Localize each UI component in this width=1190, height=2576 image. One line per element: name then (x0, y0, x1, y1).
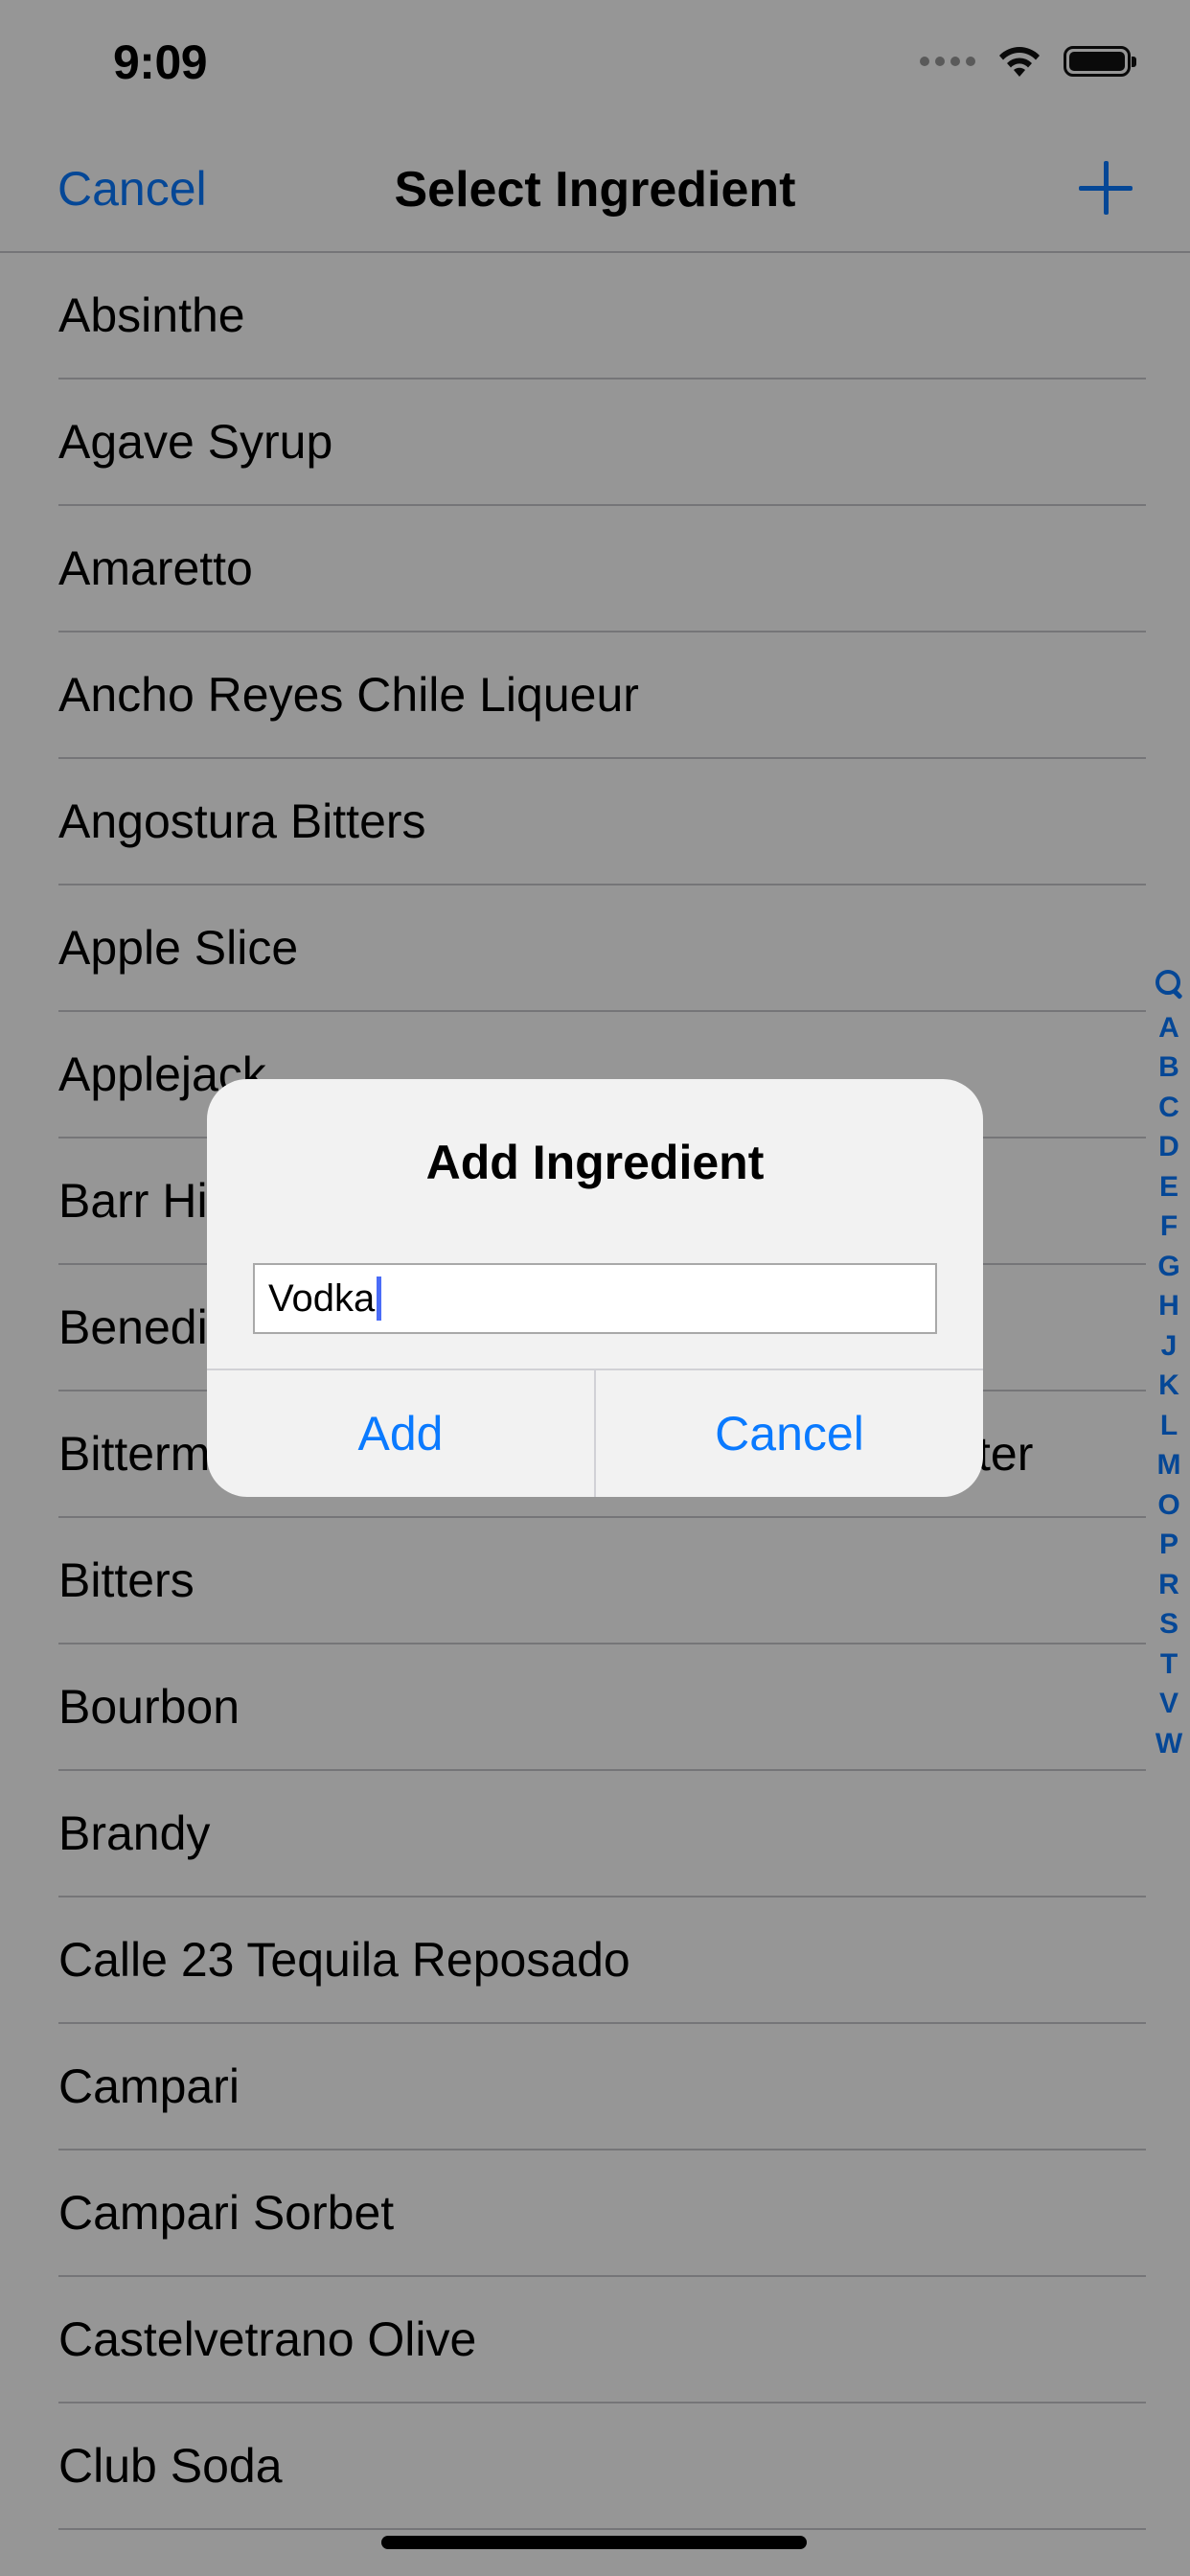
alert-title: Add Ingredient (425, 1136, 765, 1189)
home-indicator[interactable] (381, 2536, 807, 2549)
ingredient-name-input[interactable]: Vodka (253, 1263, 937, 1334)
alert-cancel-button[interactable]: Cancel (596, 1370, 983, 1497)
input-value: Vodka (268, 1277, 376, 1320)
add-button[interactable]: Add (207, 1370, 594, 1497)
text-caret (377, 1276, 382, 1321)
add-ingredient-alert: Add Ingredient Vodka Add Cancel (207, 1079, 983, 1497)
screen: 9:09 Cancel Select Ingredient Absinthe A… (0, 0, 1190, 2576)
